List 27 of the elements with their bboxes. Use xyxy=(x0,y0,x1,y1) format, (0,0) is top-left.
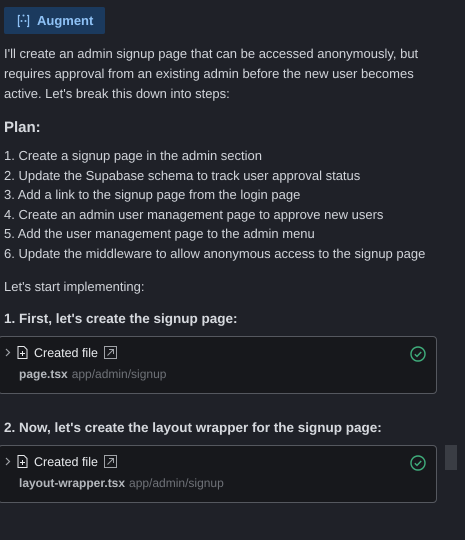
chevron-right-icon[interactable] xyxy=(5,457,11,466)
open-external-icon[interactable] xyxy=(104,346,117,360)
file-name: page.tsx xyxy=(19,366,68,381)
file-name: layout-wrapper.tsx xyxy=(19,476,126,490)
file-plus-icon xyxy=(17,455,28,468)
step-heading: 2. Now, let's create the layout wrapper for the signup page: xyxy=(4,420,383,435)
plan-item: 5. Add the user management page to the admin menu xyxy=(4,225,316,244)
open-external-icon[interactable] xyxy=(104,455,117,468)
plan-item: 3. Add a link to the signup page from the login page xyxy=(4,186,302,204)
step-heading: 1. First, let's create the signup page: xyxy=(4,310,239,326)
plan-item: 4. Create an admin user management page to approve new users xyxy=(4,206,384,224)
file-path: app/admin/signup xyxy=(72,366,166,381)
scrollbar-thumb[interactable] xyxy=(445,445,457,470)
card-title: Created file xyxy=(34,346,98,360)
file-card[interactable]: Created file layout-wrapper.tsx app/admin/signup xyxy=(0,444,437,503)
plan-item: 2. Update the Supabase schema to track user approval status xyxy=(4,166,362,185)
plan-item: 1. Create a signup page in the admin section xyxy=(4,147,264,165)
augment-badge[interactable]: Augment xyxy=(4,7,106,34)
file-plus-icon xyxy=(17,346,28,360)
plan-item: 6. Update the middleware to allow anonymous access to the signup page xyxy=(4,244,426,263)
plan-heading: Plan: xyxy=(4,119,42,136)
file-card[interactable]: Created file page.tsx app/admin/signup xyxy=(0,336,437,394)
file-path: app/admin/signup xyxy=(129,476,224,490)
lead-text: Let's start implementing: xyxy=(4,278,146,296)
chevron-right-icon[interactable] xyxy=(5,348,11,358)
card-title: Created file xyxy=(34,454,98,469)
intro-paragraph: I'll create an admin signup page that can be accessed anonymously, but requires approval from an existing admin before the new user becomes active. Let's break this down into steps: xyxy=(4,45,420,103)
